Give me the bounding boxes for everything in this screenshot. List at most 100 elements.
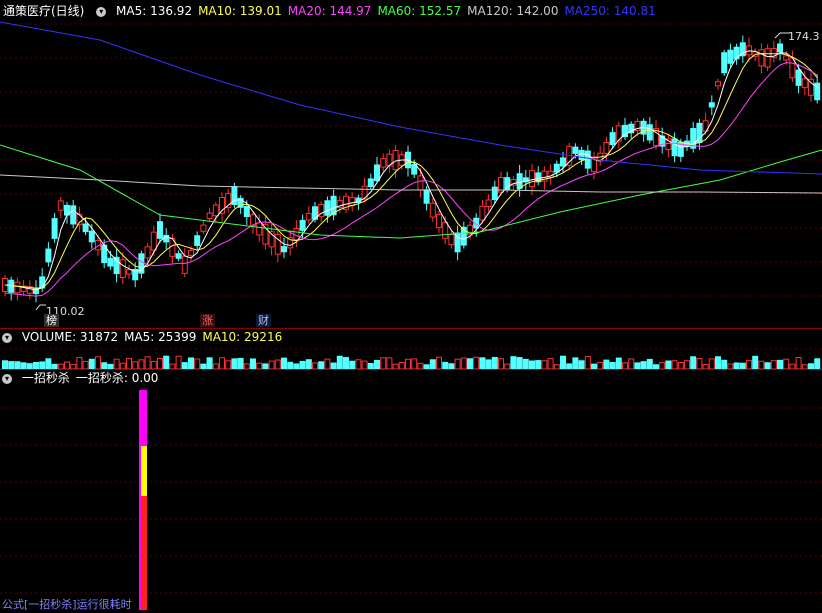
candle-body (299, 219, 306, 231)
volume-bar (752, 355, 759, 369)
volume-bar (88, 358, 95, 369)
candle-body (45, 248, 52, 263)
volume-bar (250, 358, 256, 369)
candle-body (361, 185, 368, 200)
volume-bar (541, 360, 548, 369)
volume-bar (529, 360, 535, 369)
candle-body (795, 69, 802, 86)
volume-bar (14, 361, 21, 369)
candle-body (256, 222, 263, 236)
tag-bang[interactable]: 榜 (44, 314, 59, 327)
candle-body (107, 257, 114, 267)
ma5-line (4, 50, 818, 291)
ma10-line (4, 52, 818, 289)
volume-bar (479, 357, 486, 369)
volume-bar (640, 361, 647, 369)
candle-body (529, 170, 535, 188)
volume-bar (287, 361, 294, 369)
candle-body (783, 55, 790, 61)
candle-body (206, 212, 213, 219)
volume-bar (770, 360, 777, 369)
candle-body (436, 213, 442, 229)
indicator-panel-toggle-icon[interactable]: ▾ (2, 373, 12, 384)
volume-bar (615, 357, 622, 369)
candle-body (150, 231, 157, 251)
candle-body (423, 189, 430, 204)
volume-bar (690, 356, 697, 369)
volume-bar (163, 355, 170, 369)
volume-bar (572, 357, 579, 369)
candle-body (721, 52, 728, 74)
volume-bar (144, 356, 151, 369)
candle-body (70, 205, 77, 225)
volume-bar (628, 358, 635, 369)
volume-bar (206, 357, 213, 369)
candle-body (560, 157, 566, 167)
volume-bar (225, 360, 232, 369)
candle-body (646, 124, 653, 141)
candle-body (88, 230, 95, 243)
candle-body (113, 256, 120, 275)
candle-body (392, 149, 399, 171)
candle-body (808, 78, 814, 96)
indicator-header: ▾ 一招秒杀 一招秒杀: 0.00 (0, 370, 170, 386)
candle-body (243, 206, 250, 218)
price-panel[interactable]: 通策医疗(日线) ▾ MA5: 136.92 MA10: 139.01 MA20: … (0, 0, 822, 328)
candle-body (175, 253, 182, 259)
volume-bar (355, 359, 362, 369)
ma-label-1: MA10: 139.01 (198, 4, 282, 18)
volume-bar (138, 359, 145, 369)
candle-body (200, 224, 207, 232)
tag-zhang[interactable]: 涨 (200, 314, 215, 327)
indicator-label-0: 一招秒杀 (21, 371, 70, 385)
volume-bar (547, 357, 554, 369)
volume-bar (157, 357, 163, 369)
volume-bar (795, 357, 802, 369)
candlestick-chart[interactable] (0, 0, 822, 328)
volume-bar (721, 359, 728, 369)
indicator-panel[interactable]: ▾ 一招秒杀 一招秒杀: 0.00 公式[一招秒杀]运行很耗时 (0, 370, 822, 613)
volume-panel[interactable]: ▾ VOLUME: 31872 MA5: 25399 MA10: 29216 (0, 329, 822, 369)
candle-body (82, 223, 89, 233)
candle-body (57, 200, 64, 211)
volume-bar (485, 359, 492, 369)
volume-bar (777, 359, 783, 369)
ma20-line (4, 62, 818, 297)
candle-body (442, 221, 449, 239)
candle-body (194, 235, 201, 246)
tag-cai[interactable]: 财 (256, 314, 271, 327)
candle-body (777, 43, 783, 53)
candle-body (578, 149, 585, 161)
ma-label-2: MA20: 144.97 (287, 4, 372, 18)
candle-body (188, 250, 194, 256)
volume-bar (436, 356, 442, 369)
volume-bar (45, 358, 52, 369)
volume-bar (82, 360, 89, 369)
volume-toggle-icon[interactable]: ▾ (2, 332, 12, 343)
volume-bar (460, 357, 467, 369)
volume-header: ▾ VOLUME: 31872 MA5: 25399 MA10: 29216 (0, 329, 294, 345)
volume-bar (491, 356, 498, 369)
volume-bar (374, 359, 380, 369)
volume-bar (281, 357, 287, 369)
price-panel-header: 通策医疗(日线) ▾ MA5: 136.92 MA10: 139.01 MA20: … (0, 3, 668, 19)
candle-body (293, 227, 300, 241)
volume-bar (758, 360, 765, 369)
candle-body (281, 246, 287, 253)
candle-body (417, 175, 424, 191)
candle-body (144, 246, 151, 259)
candle-body (603, 141, 610, 154)
candle-body (305, 212, 312, 221)
volume-bar (305, 359, 312, 369)
stock-title: 通策医疗(日线) (3, 4, 85, 18)
indicator-toggle-icon[interactable]: ▾ (96, 6, 107, 17)
volume-bar (274, 359, 281, 369)
ma-label-5: MA250: 140.81 (564, 4, 656, 18)
volume-bar (194, 358, 201, 369)
volume-bar (671, 360, 678, 369)
volume-bar (665, 360, 672, 369)
volume-bar (510, 356, 517, 369)
candle-body (479, 205, 486, 221)
volume-bar (386, 357, 393, 369)
indicator-chart[interactable] (0, 370, 822, 613)
